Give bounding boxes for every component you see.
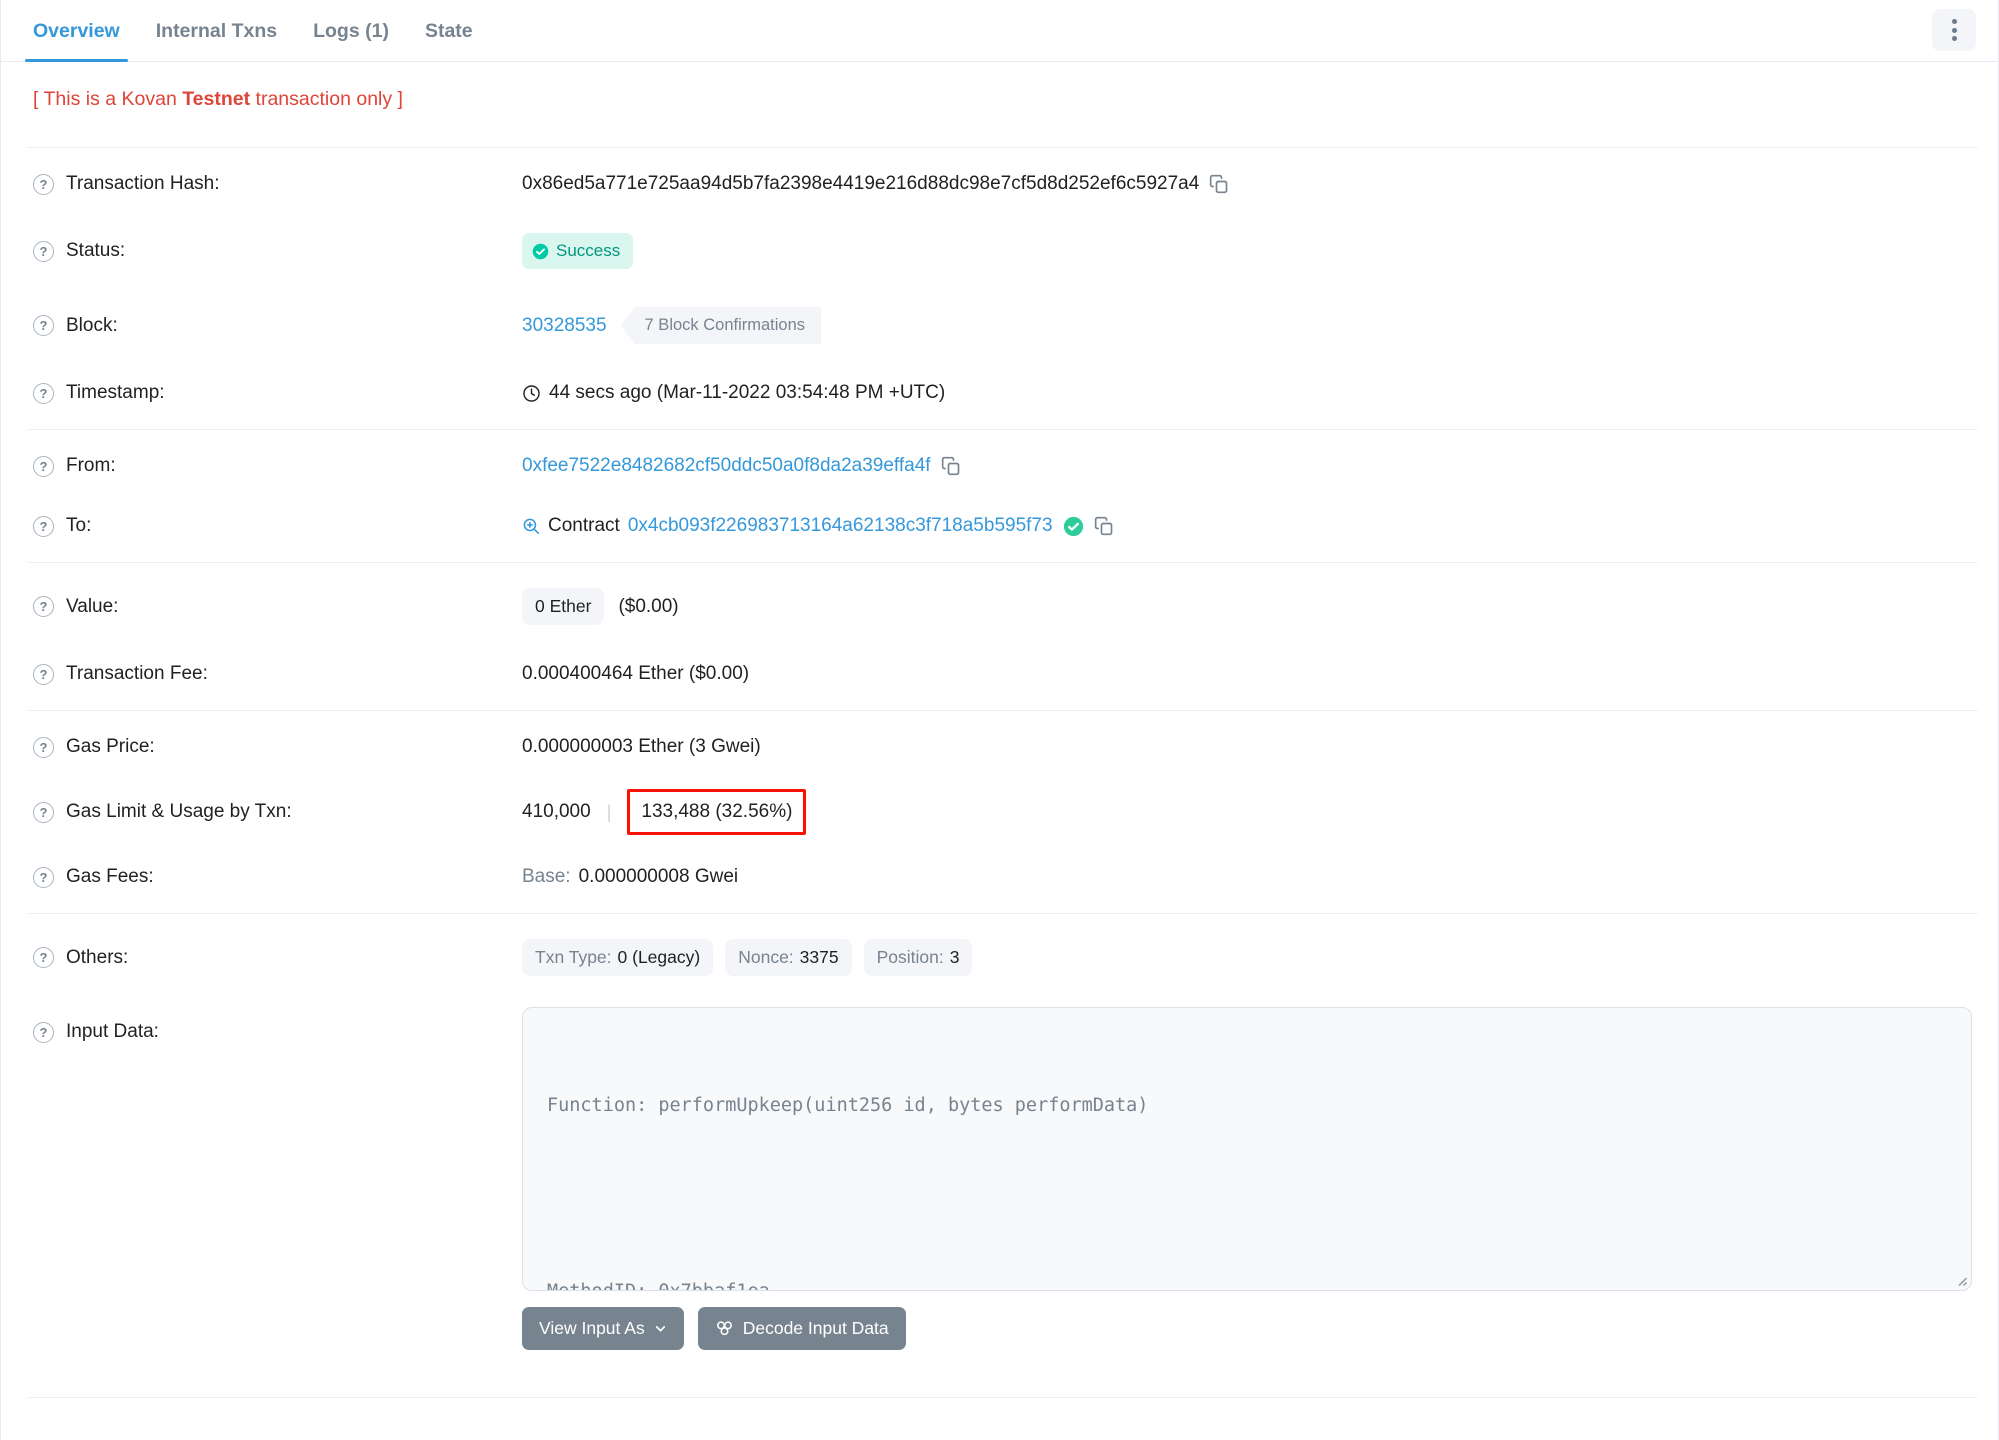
to-contract-word: Contract (548, 515, 620, 536)
gas-fees-base-value: 0.000000008 Gwei (578, 866, 739, 887)
transaction-card: Overview Internal Txns Logs (1) State [ … (0, 0, 1999, 1440)
row-others: ? Others: Txn Type: 0 (Legacy) Nonce: 33… (33, 920, 1972, 995)
kebab-menu-icon (1951, 19, 1957, 24)
help-icon[interactable]: ? (33, 382, 54, 404)
position-pill: Position: 3 (863, 939, 973, 976)
help-icon[interactable]: ? (33, 1021, 54, 1043)
copy-icon (941, 456, 959, 476)
help-icon[interactable]: ? (33, 455, 54, 477)
verified-check-icon (1063, 516, 1083, 536)
timestamp-value: 44 secs ago (Mar-11-2022 03:54:48 PM +UT… (549, 382, 946, 403)
input-data-method-line: MethodID: 0x7bbaf1ea (547, 1276, 1947, 1290)
from-label: From: (66, 455, 116, 476)
gas-usage-value: 133,488 (32.56%) (641, 801, 793, 822)
help-icon[interactable]: ? (33, 173, 54, 195)
row-from: ? From: 0xfee7522e8482682cf50ddc50a0f8da… (33, 436, 1972, 496)
transaction-hash-value: 0x86ed5a771e725aa94d5b7fa2398e4419e216d8… (522, 173, 1200, 194)
section-overview-top: ? Transaction Hash: 0x86ed5a771e725aa94d… (33, 148, 1972, 429)
kebab-menu-button[interactable] (1932, 9, 1976, 51)
nonce-pill: Nonce: 3375 (725, 939, 852, 976)
txn-type-pill: Txn Type: 0 (Legacy) (522, 939, 714, 976)
from-address-link[interactable]: 0xfee7522e8482682cf50ddc50a0f8da2a39effa… (522, 455, 931, 477)
footer-spacer (33, 1398, 1972, 1428)
input-data-function-line: Function: performUpkeep(uint256 id, byte… (547, 1095, 1149, 1116)
value-amount-pill: 0 Ether (522, 588, 605, 625)
to-label: To: (66, 515, 92, 536)
decode-icon (716, 1321, 732, 1336)
block-label: Block: (66, 314, 118, 336)
gas-price-label: Gas Price: (66, 736, 155, 757)
input-data-label: Input Data: (66, 1021, 159, 1042)
input-data-textarea[interactable]: Function: performUpkeep(uint256 id, byte… (522, 1007, 1972, 1291)
section-others-input: ? Others: Txn Type: 0 (Legacy) Nonce: 33… (33, 914, 1972, 1397)
help-icon[interactable]: ? (33, 801, 54, 823)
copy-icon (1210, 174, 1228, 194)
chevron-down-icon (655, 1326, 665, 1332)
section-value: ? Value: 0 Ether ($0.00) ? Transaction F… (33, 563, 1972, 710)
timestamp-label: Timestamp: (66, 382, 165, 403)
help-icon[interactable]: ? (33, 596, 54, 617)
tab-overview[interactable]: Overview (15, 2, 138, 62)
help-icon[interactable]: ? (33, 240, 54, 262)
row-status: ? Status: Success (33, 214, 1972, 288)
gas-fees-label: Gas Fees: (66, 866, 154, 887)
zoom-in-icon[interactable] (522, 517, 541, 536)
tab-internal-txns[interactable]: Internal Txns (138, 2, 295, 61)
copy-to-address-button[interactable] (1094, 516, 1114, 536)
gas-fees-base-label: Base: (522, 866, 571, 887)
gas-limit-label: Gas Limit & Usage by Txn: (66, 801, 292, 822)
value-usd: ($0.00) (618, 595, 679, 617)
testnet-notice: [ This is a Kovan Testnet transaction on… (33, 88, 403, 110)
gas-price-value: 0.000000003 Ether (3 Gwei) (522, 736, 761, 757)
section-addresses: ? From: 0xfee7522e8482682cf50ddc50a0f8da… (33, 430, 1972, 562)
help-icon[interactable]: ? (33, 947, 54, 968)
textarea-resize-grip[interactable] (1953, 1272, 1968, 1287)
testnet-notice-bold: Testnet (182, 88, 251, 110)
others-label: Others: (66, 946, 129, 968)
transaction-fee-value: 0.000400464 Ether ($0.00) (522, 663, 750, 684)
tab-bar: Overview Internal Txns Logs (1) State (1, 0, 1998, 62)
help-icon[interactable]: ? (33, 515, 54, 537)
transaction-hash-label: Transaction Hash: (66, 173, 220, 194)
copy-from-address-button[interactable] (941, 456, 961, 476)
row-gas-limit-usage: ? Gas Limit & Usage by Txn: 410,000 | 13… (33, 777, 1972, 847)
help-icon[interactable]: ? (33, 315, 54, 336)
row-gas-price: ? Gas Price: 0.000000003 Ether (3 Gwei) (33, 717, 1972, 777)
row-input-data: ? Input Data: Function: performUpkeep(ui… (33, 995, 1972, 1391)
row-timestamp: ? Timestamp: 44 secs ago (Mar-11-2022 03… (33, 363, 1972, 423)
decode-input-data-button[interactable]: Decode Input Data (697, 1307, 906, 1350)
transaction-fee-label: Transaction Fee: (66, 663, 208, 684)
block-confirmations-badge: 7 Block Confirmations (620, 307, 822, 344)
section-gas: ? Gas Price: 0.000000003 Ether (3 Gwei) … (33, 711, 1972, 913)
tab-logs[interactable]: Logs (1) (295, 2, 407, 61)
copy-icon (1094, 516, 1112, 536)
row-gas-fees: ? Gas Fees: Base: 0.000000008 Gwei (33, 847, 1972, 907)
clock-icon (523, 384, 540, 402)
help-icon[interactable]: ? (33, 866, 54, 888)
status-badge: Success (522, 233, 634, 269)
gas-limit-separator: | (606, 801, 612, 822)
check-circle-icon (532, 243, 549, 259)
to-address-link[interactable]: 0x4cb093f226983713164a62138c3f718a5b595f… (628, 515, 1053, 537)
view-input-as-button[interactable]: View Input As (522, 1307, 684, 1350)
copy-transaction-hash-button[interactable] (1209, 174, 1229, 194)
row-transaction-hash: ? Transaction Hash: 0x86ed5a771e725aa94d… (33, 154, 1972, 214)
gas-limit-value: 410,000 (522, 801, 591, 822)
help-icon[interactable]: ? (33, 663, 54, 685)
tab-state[interactable]: State (407, 2, 491, 61)
row-to: ? To: Contract 0x4cb093f226983713164a621… (33, 496, 1972, 556)
row-transaction-fee: ? Transaction Fee: 0.000400464 Ether ($0… (33, 644, 1972, 704)
gas-usage-annotation-box: 133,488 (32.56%) (627, 789, 807, 835)
row-block: ? Block: 30328535 7 Block Confirmations (33, 288, 1972, 363)
status-label: Status: (66, 240, 126, 261)
value-label: Value: (66, 595, 119, 617)
block-number-link[interactable]: 30328535 (522, 315, 607, 337)
help-icon[interactable]: ? (33, 736, 54, 758)
row-value: ? Value: 0 Ether ($0.00) (33, 569, 1972, 644)
